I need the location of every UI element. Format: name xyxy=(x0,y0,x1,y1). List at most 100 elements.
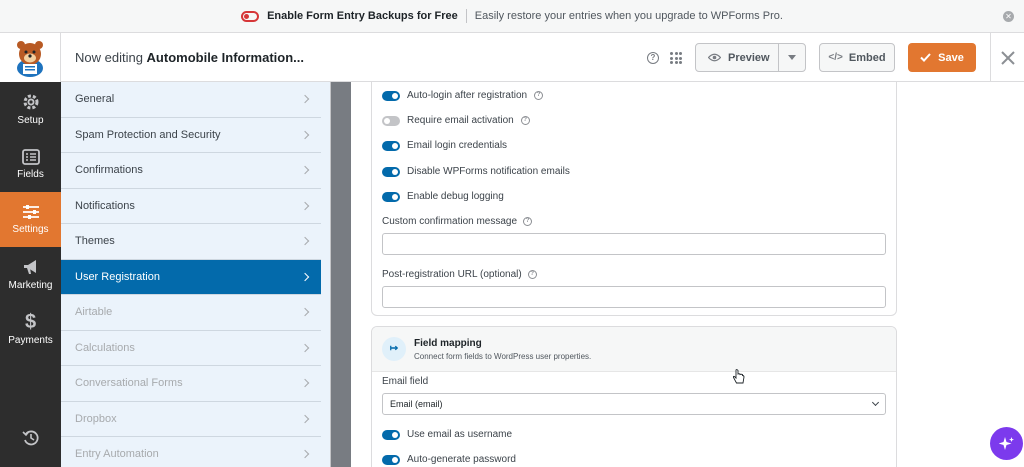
save-button[interactable]: Save xyxy=(908,43,976,72)
toggle-email-login-credentials[interactable]: Email login credentials xyxy=(382,140,507,151)
gear-icon xyxy=(23,94,38,110)
preview-button-group: Preview xyxy=(695,43,806,72)
chevron-right-icon xyxy=(300,450,310,459)
help-icon[interactable]: ? xyxy=(534,91,544,100)
chevron-right-icon xyxy=(300,166,310,175)
toggle-switch[interactable] xyxy=(382,115,400,126)
close-icon[interactable]: ✕ xyxy=(1003,11,1014,22)
sliders-icon xyxy=(22,205,39,219)
notice-message: Easily restore your entries when you upg… xyxy=(474,10,783,22)
panel-item-label: Notifications xyxy=(75,199,135,212)
chevron-right-icon xyxy=(300,343,310,352)
field-label: Post-registration URL (optional) xyxy=(382,269,522,280)
settings-panel: General Spam Protection and Security Con… xyxy=(61,82,331,467)
help-icon[interactable]: ? xyxy=(523,217,533,226)
nav-settings[interactable]: Settings xyxy=(0,192,61,247)
editing-prefix: Now editing xyxy=(75,50,147,65)
panel-item-label: Themes xyxy=(75,235,115,248)
nav-setup[interactable]: Setup xyxy=(0,82,61,137)
custom-confirmation-input[interactable] xyxy=(382,233,886,255)
hand-cursor-icon xyxy=(733,369,745,384)
megaphone-icon xyxy=(23,260,36,274)
panel-item-confirmations[interactable]: Confirmations xyxy=(61,153,322,189)
preview-button[interactable]: Preview xyxy=(696,44,779,71)
panel-item-calculations[interactable]: Calculations xyxy=(61,331,322,366)
toggle-switch[interactable] xyxy=(382,454,400,465)
upgrade-notice-bar: Enable Form Entry Backups for Free Easil… xyxy=(0,0,1024,33)
panel-item-conversational-forms[interactable]: Conversational Forms xyxy=(61,366,322,402)
grid-dots-icon[interactable] xyxy=(670,52,682,64)
help-icon[interactable]: ? xyxy=(647,52,659,64)
ai-assistant-button[interactable] xyxy=(990,427,1023,460)
panel-item-user-registration[interactable]: User Registration xyxy=(61,259,322,295)
nav-marketing[interactable]: Marketing xyxy=(0,247,61,302)
panel-item-themes[interactable]: Themes xyxy=(61,224,322,260)
panel-item-label: Spam Protection and Security xyxy=(75,128,221,141)
chevron-down-icon xyxy=(871,398,880,407)
email-field-select[interactable]: Email (email) xyxy=(382,393,886,415)
post-registration-url-input[interactable] xyxy=(382,286,886,308)
eye-icon xyxy=(708,53,721,62)
help-icon[interactable]: ? xyxy=(527,270,537,279)
preview-label: Preview xyxy=(728,51,770,64)
toggle-disable-notification-emails[interactable]: Disable WPForms notification emails xyxy=(382,166,570,177)
nav-fields-label: Fields xyxy=(17,169,44,180)
toggle-switch[interactable] xyxy=(382,166,400,177)
panel-item-airtable[interactable]: Airtable xyxy=(61,295,322,331)
panel-item-general[interactable]: General xyxy=(61,82,322,118)
embed-button[interactable]: </> Embed xyxy=(819,43,895,72)
panel-item-entry-automation[interactable]: Entry Automation xyxy=(61,437,322,467)
builder-sidebar-nav: Setup Fields Settings Marketing $ Paymen… xyxy=(0,82,61,467)
toggle-switch[interactable] xyxy=(382,429,400,440)
toggle-label: Require email activation xyxy=(407,115,514,126)
backup-toggle[interactable] xyxy=(241,10,260,22)
toggle-switch[interactable] xyxy=(382,90,400,101)
exit-builder-button[interactable] xyxy=(990,33,1024,82)
panel-item-label: Dropbox xyxy=(75,412,117,425)
toggle-label: Auto-login after registration xyxy=(407,90,528,101)
checkmark-icon xyxy=(920,53,931,62)
panel-item-label: Conversational Forms xyxy=(75,377,183,390)
mapping-arrows-icon: ↦ xyxy=(382,337,406,361)
nav-setup-label: Setup xyxy=(17,115,44,126)
panel-scrollbar[interactable] xyxy=(321,82,330,467)
panel-item-label: Confirmations xyxy=(75,164,143,177)
nav-fields[interactable]: Fields xyxy=(0,137,61,192)
panel-item-label: Calculations xyxy=(75,341,135,354)
nav-marketing-label: Marketing xyxy=(8,280,53,291)
panel-item-label: User Registration xyxy=(75,270,160,283)
toggle-require-email-activation[interactable]: Require email activation ? xyxy=(382,115,530,126)
nav-settings-label: Settings xyxy=(12,224,49,235)
chevron-right-icon xyxy=(300,272,310,281)
email-field-label: Email field xyxy=(382,376,428,387)
toggle-label: Enable debug logging xyxy=(407,191,504,202)
toggle-use-email-as-username[interactable]: Use email as username xyxy=(382,429,512,440)
field-mapping-title: Field mapping xyxy=(414,338,482,349)
history-icon xyxy=(21,430,39,446)
fields-icon xyxy=(21,149,40,165)
toggle-auto-generate-password[interactable]: Auto-generate password xyxy=(382,454,516,465)
panel-item-dropbox[interactable]: Dropbox xyxy=(61,402,322,437)
chevron-right-icon xyxy=(300,95,310,104)
panel-item-spam-protection[interactable]: Spam Protection and Security xyxy=(61,118,322,153)
save-label: Save xyxy=(938,51,964,64)
help-icon[interactable]: ? xyxy=(520,116,530,125)
notice-title[interactable]: Enable Form Entry Backups for Free xyxy=(267,10,458,22)
revisions-button[interactable] xyxy=(0,421,61,455)
panel-item-notifications[interactable]: Notifications xyxy=(61,189,322,224)
field-mapping-header: ↦ Field mapping Connect form fields to W… xyxy=(372,327,896,372)
toggle-auto-login[interactable]: Auto-login after registration ? xyxy=(382,90,544,101)
form-name: Automobile Information... xyxy=(146,50,304,65)
bear-mascot-icon xyxy=(17,40,43,77)
panel-item-label: Entry Automation xyxy=(75,448,159,461)
toggle-label: Use email as username xyxy=(407,429,513,440)
nav-payments[interactable]: $ Payments xyxy=(0,302,61,357)
toggle-switch[interactable] xyxy=(382,191,400,202)
toggle-label: Email login credentials xyxy=(407,140,508,151)
toggle-switch[interactable] xyxy=(382,140,400,151)
preview-dropdown-toggle[interactable] xyxy=(779,55,805,60)
sparkle-icon xyxy=(998,436,1014,450)
toggle-enable-debug-logging[interactable]: Enable debug logging xyxy=(382,191,504,202)
wpforms-logo xyxy=(0,33,61,82)
field-label: Custom confirmation message xyxy=(382,216,518,227)
